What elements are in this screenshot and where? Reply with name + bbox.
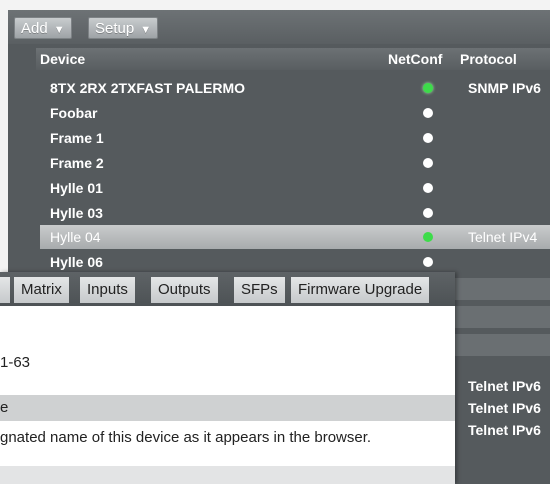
tab-sfps[interactable]: SFPs	[234, 277, 285, 303]
tab-outputs[interactable]: Outputs	[151, 277, 218, 303]
status-white-icon	[423, 257, 433, 267]
table-row[interactable]: 8TX 2RX 2TXFAST PALERMO SNMP IPv6	[40, 76, 550, 100]
toolbar: Add ▼ Setup ▼	[8, 10, 550, 44]
table-row[interactable]: Hylle 01	[40, 176, 550, 200]
table-row[interactable]: Foobar	[40, 101, 550, 125]
table-row[interactable]: Hylle 06	[40, 250, 550, 274]
table-header: Device NetConf Protocol	[36, 48, 550, 70]
status-green-icon	[423, 232, 433, 242]
add-button[interactable]: Add ▼	[14, 17, 72, 39]
table-row-selected[interactable]: Hylle 04 Telnet IPv4	[40, 225, 550, 249]
device-protocol: SNMP IPv6	[468, 80, 541, 96]
device-protocol: Telnet IPv4	[468, 229, 538, 245]
device-protocol: Telnet IPv6	[468, 422, 541, 438]
device-name: Hylle 04	[50, 229, 101, 245]
status-white-icon	[423, 108, 433, 118]
add-label: Add	[21, 20, 48, 37]
device-name: Frame 1	[50, 130, 104, 146]
device-protocol: Telnet IPv6	[468, 378, 541, 394]
table-row[interactable]: Frame 1	[40, 126, 550, 150]
tab-matrix[interactable]: Matrix	[14, 277, 69, 303]
status-white-icon	[423, 133, 433, 143]
device-name: 8TX 2RX 2TXFAST PALERMO	[50, 80, 245, 96]
section-header	[0, 466, 455, 484]
chevron-down-icon: ▼	[53, 24, 65, 36]
device-protocol: Telnet IPv6	[468, 400, 541, 416]
device-name: Hylle 01	[50, 180, 103, 196]
tab-inputs[interactable]: Inputs	[80, 277, 135, 303]
tab-partial[interactable]	[0, 277, 10, 303]
name-description: gnated name of this device as it appears…	[0, 429, 372, 446]
section-header: e	[0, 395, 455, 421]
column-header-device[interactable]: Device	[40, 51, 85, 67]
section-label: e	[0, 399, 9, 416]
tab-firmware-upgrade[interactable]: Firmware Upgrade	[291, 277, 430, 303]
config-tab-bar: Matrix Inputs Outputs SFPs Firmware Upgr…	[0, 272, 455, 306]
device-name: Foobar	[50, 105, 98, 121]
chevron-down-icon: ▼	[140, 24, 152, 36]
range-text: 1-63	[0, 354, 31, 371]
device-config-window: Matrix Inputs Outputs SFPs Firmware Upgr…	[0, 272, 455, 484]
status-white-icon	[423, 183, 433, 193]
device-name: Hylle 03	[50, 205, 103, 221]
column-header-netconf[interactable]: NetConf	[388, 51, 442, 67]
setup-label: Setup	[95, 20, 135, 37]
setup-button[interactable]: Setup ▼	[88, 17, 159, 39]
status-white-icon	[423, 158, 433, 168]
device-name: Frame 2	[50, 155, 104, 171]
column-header-protocol[interactable]: Protocol	[460, 51, 517, 67]
table-row[interactable]: Hylle 03	[40, 201, 550, 225]
device-name: Hylle 06	[50, 254, 103, 270]
status-white-icon	[423, 208, 433, 218]
table-row[interactable]: Frame 2	[40, 151, 550, 175]
status-green-icon	[423, 83, 433, 93]
